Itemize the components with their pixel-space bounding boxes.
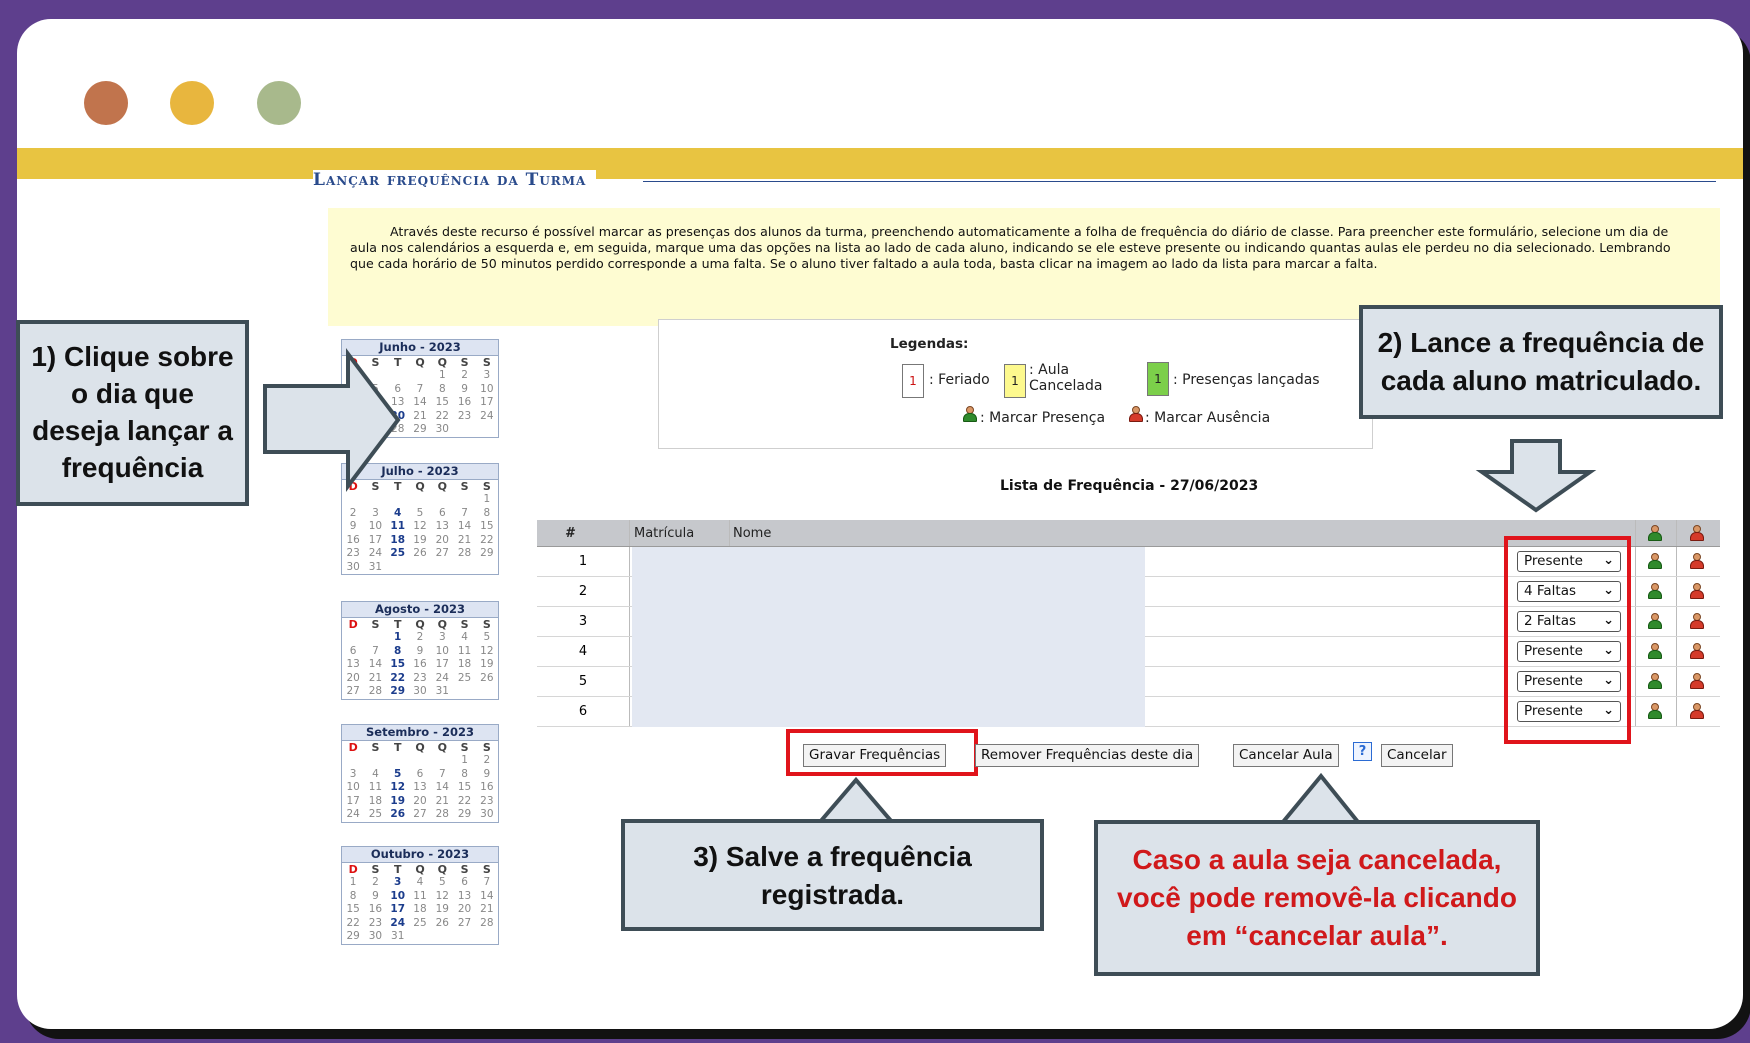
- callout-1-line-1: 1) Clique sobre: [31, 341, 234, 372]
- callout-1-line-4: frequência: [61, 452, 204, 483]
- callout-step-2: 2) Lance a frequência de cada aluno matr…: [1359, 305, 1723, 419]
- callout-4-line-3: em “cancelar aula”.: [1186, 920, 1448, 951]
- arrow-right-calendar: [263, 348, 401, 492]
- callout-1-line-3: deseja lançar a: [32, 415, 233, 446]
- callout-2-line-2: cada aluno matriculado.: [1380, 365, 1702, 396]
- callout-2-line-1: 2) Lance a frequência de: [1377, 327, 1705, 358]
- callout-1-line-2: o dia que: [71, 378, 194, 409]
- callout-4-line-1: Caso a aula seja cancelada,: [1132, 844, 1502, 875]
- callout-3-line-2: registrada.: [760, 879, 905, 910]
- callout-3-line-1: 3) Salve a frequência: [693, 841, 972, 872]
- callout-step-3: 3) Salve a frequência registrada.: [621, 819, 1044, 931]
- callout-cancel-class: Caso a aula seja cancelada, você pode re…: [1094, 820, 1540, 976]
- callout-4-line-2: você pode removê-la clicando: [1117, 882, 1517, 913]
- arrow-down-status: [1475, 439, 1597, 513]
- callout-step-1: 1) Clique sobre o dia que deseja lançar …: [16, 320, 249, 506]
